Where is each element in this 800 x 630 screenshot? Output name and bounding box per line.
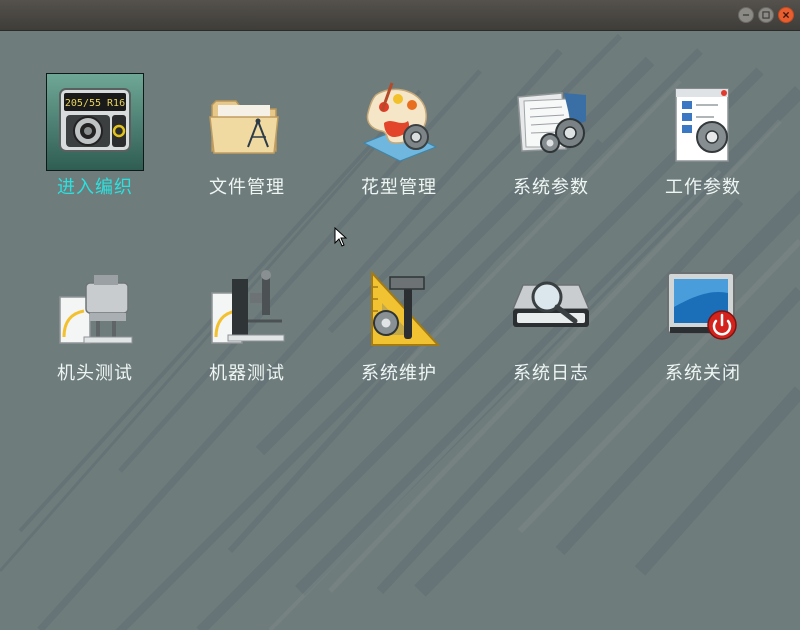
- menu-item-file-management[interactable]: 文件管理: [171, 73, 323, 223]
- power-off-icon: [654, 259, 752, 357]
- menu-item-system-maintenance[interactable]: 系统维护: [323, 259, 475, 409]
- main-panel: 205/55 R16 进入编织 文件管理 花型管理 系统参数 工作参数 机头测试…: [0, 31, 800, 630]
- svg-text:205/55 R16: 205/55 R16: [65, 98, 125, 109]
- close-icon: [782, 11, 790, 19]
- menu-item-work-parameters[interactable]: 工作参数: [627, 73, 779, 223]
- menu-item-system-shutdown[interactable]: 系统关闭: [627, 259, 779, 409]
- menu-item-label: 花型管理: [361, 177, 437, 198]
- work-params-icon: [654, 73, 752, 171]
- close-button[interactable]: [778, 7, 794, 23]
- menu-item-label: 系统维护: [361, 363, 437, 384]
- menu-item-label: 文件管理: [209, 177, 285, 198]
- maintenance-icon: [350, 259, 448, 357]
- menu-item-machine-test[interactable]: 机器测试: [171, 259, 323, 409]
- minimize-button[interactable]: [738, 7, 754, 23]
- folder-icon: [198, 73, 296, 171]
- system-log-icon: [502, 259, 600, 357]
- menu-item-label: 系统参数: [513, 177, 589, 198]
- maximize-button[interactable]: [758, 7, 774, 23]
- maximize-icon: [762, 11, 770, 19]
- menu-item-label: 机头测试: [57, 363, 133, 384]
- menu-item-start-knitting[interactable]: 205/55 R16 进入编织: [19, 73, 171, 223]
- menu-item-label: 工作参数: [665, 177, 741, 198]
- menu-item-label: 系统关闭: [665, 363, 741, 384]
- menu-item-system-log[interactable]: 系统日志: [475, 259, 627, 409]
- knitting-machine-icon: 205/55 R16: [46, 73, 144, 171]
- menu-item-label: 机器测试: [209, 363, 285, 384]
- menu-item-label: 系统日志: [513, 363, 589, 384]
- minimize-icon: [742, 14, 750, 16]
- menu-item-label: 进入编织: [57, 177, 133, 198]
- head-test-icon: [46, 259, 144, 357]
- machine-test-icon: [198, 259, 296, 357]
- window-titlebar[interactable]: [0, 0, 800, 31]
- palette-icon: [350, 73, 448, 171]
- menu-item-pattern-management[interactable]: 花型管理: [323, 73, 475, 223]
- system-params-icon: [502, 73, 600, 171]
- menu-item-system-parameters[interactable]: 系统参数: [475, 73, 627, 223]
- menu-item-head-test[interactable]: 机头测试: [19, 259, 171, 409]
- mouse-pointer-icon: [334, 227, 348, 247]
